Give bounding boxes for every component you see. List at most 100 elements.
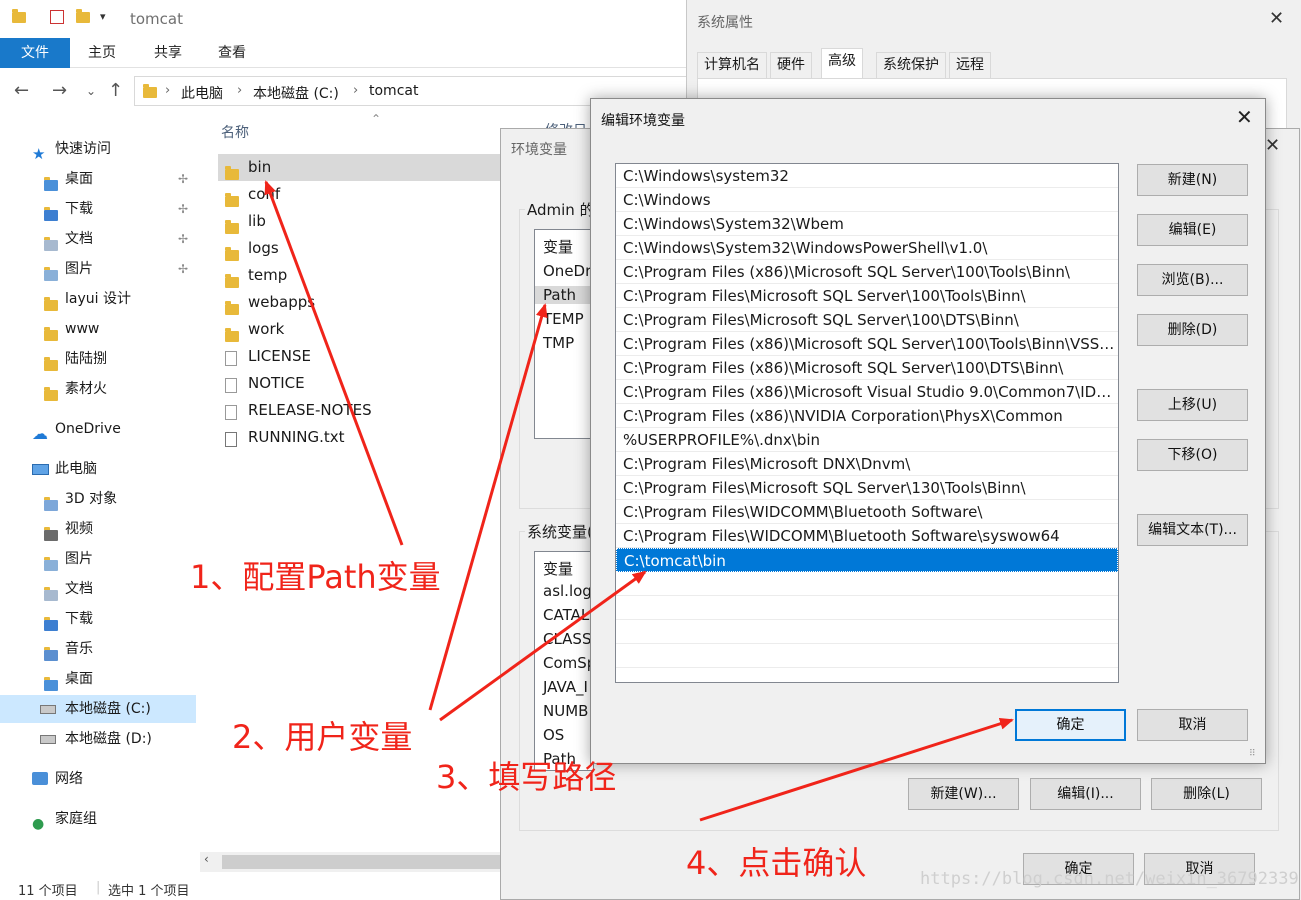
nav-liuliuba[interactable]: 陆陆捌 bbox=[0, 345, 196, 373]
path-entry[interactable]: C:\Windows\System32\Wbem bbox=[616, 212, 1118, 236]
close-icon[interactable]: ✕ bbox=[1236, 105, 1253, 129]
path-entry[interactable]: %USERPROFILE%\.dnx\bin bbox=[616, 428, 1118, 452]
pin-icon[interactable]: ✢ bbox=[178, 255, 188, 283]
path-entry[interactable]: C:\Program Files\WIDCOMM\Bluetooth Softw… bbox=[616, 500, 1118, 524]
nav-documents-pinned[interactable]: 文档 ✢ bbox=[0, 225, 196, 253]
move-up-button[interactable]: 上移(U) bbox=[1137, 389, 1248, 421]
nav-sucaihuo[interactable]: 素材火 bbox=[0, 375, 196, 403]
nav-quick-access[interactable]: ★ 快速访问 bbox=[0, 135, 196, 163]
system-delete-button[interactable]: 删除(L) bbox=[1151, 778, 1262, 810]
pin-icon[interactable]: ✢ bbox=[178, 165, 188, 193]
forward-arrow-icon[interactable]: → bbox=[52, 80, 67, 101]
nav-network[interactable]: 网络 bbox=[0, 765, 196, 793]
breadcrumb-tomcat[interactable]: tomcat bbox=[369, 83, 418, 99]
path-entries-list[interactable]: C:\Windows\system32 C:\Windows C:\Window… bbox=[615, 163, 1119, 683]
nav-pictures-pinned[interactable]: 图片 ✢ bbox=[0, 255, 196, 283]
close-icon[interactable]: ✕ bbox=[1269, 8, 1284, 29]
edit-text-button[interactable]: 编辑文本(T)... bbox=[1137, 514, 1248, 546]
resize-grip-icon[interactable]: ⠿ bbox=[1249, 749, 1257, 759]
breadcrumb-drive-c[interactable]: 本地磁盘 (C:) bbox=[253, 83, 339, 103]
ok-button[interactable]: 确定 bbox=[1015, 709, 1126, 741]
system-edit-button[interactable]: 编辑(I)... bbox=[1030, 778, 1141, 810]
nav-music[interactable]: 音乐 bbox=[0, 635, 196, 663]
path-entry[interactable]: C:\Program Files (x86)\Microsoft SQL Ser… bbox=[616, 332, 1118, 356]
path-entry[interactable]: C:\Windows bbox=[616, 188, 1118, 212]
nav-documents[interactable]: 文档 bbox=[0, 575, 196, 603]
path-entry[interactable]: C:\Program Files\Microsoft SQL Server\10… bbox=[616, 284, 1118, 308]
nav-drive-c[interactable]: 本地磁盘 (C:) bbox=[0, 695, 196, 723]
user-variables-list[interactable]: 变量 OneDr Path TEMP TMP bbox=[534, 229, 594, 439]
nav-onedrive[interactable]: ☁ OneDrive bbox=[0, 415, 196, 443]
column-header-name[interactable]: 名称 bbox=[221, 122, 249, 142]
list-item[interactable]: TEMP bbox=[543, 310, 584, 328]
list-header-variable[interactable]: 变量 bbox=[543, 236, 573, 257]
list-header-variable[interactable]: 变量 bbox=[543, 558, 573, 579]
horizontal-scrollbar[interactable]: ‹ bbox=[200, 852, 500, 872]
tab-system-protection[interactable]: 系统保护 bbox=[876, 52, 946, 78]
tab-file[interactable]: 文件 bbox=[0, 38, 70, 68]
list-item[interactable]: OneDr bbox=[543, 262, 591, 280]
pin-icon[interactable]: ✢ bbox=[178, 195, 188, 223]
nav-downloads[interactable]: 下载 bbox=[0, 605, 196, 633]
nav-desktop-pinned[interactable]: 桌面 ✢ bbox=[0, 165, 196, 193]
nav-layui[interactable]: layui 设计 bbox=[0, 285, 196, 313]
breadcrumb-separator-icon[interactable]: › bbox=[353, 83, 358, 98]
tab-computer-name[interactable]: 计算机名 bbox=[697, 52, 767, 78]
tab-advanced[interactable]: 高级 bbox=[821, 48, 863, 78]
cancel-button[interactable]: 取消 bbox=[1137, 709, 1248, 741]
new-button[interactable]: 新建(N) bbox=[1137, 164, 1248, 196]
up-arrow-icon[interactable]: ↑ bbox=[108, 80, 123, 101]
customize-toolbar-dropdown-icon[interactable]: ▾ bbox=[100, 10, 114, 26]
list-item[interactable]: CATAL bbox=[543, 606, 589, 624]
properties-check-icon[interactable] bbox=[50, 10, 64, 24]
scroll-left-icon[interactable]: ‹ bbox=[204, 852, 209, 866]
list-item[interactable]: OS bbox=[543, 726, 564, 744]
close-icon[interactable]: ✕ bbox=[1265, 135, 1280, 156]
nav-www[interactable]: www bbox=[0, 315, 196, 343]
list-item[interactable]: JAVA_I bbox=[543, 678, 588, 696]
nav-downloads-pinned[interactable]: 下载 ✢ bbox=[0, 195, 196, 223]
nav-3d-objects[interactable]: 3D 对象 bbox=[0, 485, 196, 513]
browse-button[interactable]: 浏览(B)... bbox=[1137, 264, 1248, 296]
breadcrumb-separator-icon[interactable]: › bbox=[165, 83, 170, 98]
list-item[interactable]: CLASS bbox=[543, 630, 591, 648]
nav-pictures[interactable]: 图片 bbox=[0, 545, 196, 573]
path-entry-selected[interactable]: C:\tomcat\bin bbox=[616, 548, 1118, 572]
path-entry[interactable]: C:\Windows\system32 bbox=[616, 164, 1118, 188]
system-variables-list[interactable]: 变量 asl.log CATAL CLASS ComSp JAVA_I NUMB… bbox=[534, 551, 594, 771]
list-item[interactable]: NUMB bbox=[543, 702, 588, 720]
nav-homegroup[interactable]: ● 家庭组 bbox=[0, 805, 196, 833]
path-entry[interactable]: C:\Program Files (x86)\NVIDIA Corporatio… bbox=[616, 404, 1118, 428]
path-entry[interactable]: C:\Program Files (x86)\Microsoft Visual … bbox=[616, 380, 1118, 404]
path-entry[interactable]: C:\Program Files (x86)\Microsoft SQL Ser… bbox=[616, 260, 1118, 284]
nav-this-pc[interactable]: 此电脑 bbox=[0, 455, 196, 483]
tab-view[interactable]: 查看 bbox=[210, 38, 254, 68]
delete-button[interactable]: 删除(D) bbox=[1137, 314, 1248, 346]
scrollbar-thumb[interactable] bbox=[222, 855, 500, 869]
path-entry[interactable]: C:\Program Files\Microsoft SQL Server\10… bbox=[616, 308, 1118, 332]
path-entry[interactable]: C:\Program Files\Microsoft SQL Server\13… bbox=[616, 476, 1118, 500]
path-entry[interactable]: C:\Program Files\Microsoft DNX\Dnvm\ bbox=[616, 452, 1118, 476]
nav-desktop[interactable]: 桌面 bbox=[0, 665, 196, 693]
list-item[interactable]: TMP bbox=[543, 334, 574, 352]
tab-share[interactable]: 共享 bbox=[146, 38, 190, 68]
recent-locations-chevron-icon[interactable]: ⌄ bbox=[86, 84, 96, 98]
back-arrow-icon[interactable]: ← bbox=[14, 80, 29, 101]
edit-button[interactable]: 编辑(E) bbox=[1137, 214, 1248, 246]
move-down-button[interactable]: 下移(O) bbox=[1137, 439, 1248, 471]
nav-videos[interactable]: 视频 bbox=[0, 515, 196, 543]
path-entry[interactable]: C:\Program Files\WIDCOMM\Bluetooth Softw… bbox=[616, 524, 1118, 548]
list-item[interactable]: asl.log bbox=[543, 582, 592, 600]
new-folder-icon[interactable] bbox=[76, 9, 90, 27]
breadcrumb-this-pc[interactable]: 此电脑 bbox=[181, 83, 223, 103]
list-item-selected[interactable]: Path bbox=[535, 286, 593, 304]
nav-drive-d[interactable]: 本地磁盘 (D:) bbox=[0, 725, 196, 753]
tab-remote[interactable]: 远程 bbox=[949, 52, 991, 78]
tab-home[interactable]: 主页 bbox=[80, 38, 124, 68]
list-item[interactable]: ComSp bbox=[543, 654, 593, 672]
breadcrumb-separator-icon[interactable]: › bbox=[237, 83, 242, 98]
path-entry[interactable]: C:\Windows\System32\WindowsPowerShell\v1… bbox=[616, 236, 1118, 260]
path-entry[interactable]: C:\Program Files (x86)\Microsoft SQL Ser… bbox=[616, 356, 1118, 380]
pin-icon[interactable]: ✢ bbox=[178, 225, 188, 253]
system-new-button[interactable]: 新建(W)... bbox=[908, 778, 1019, 810]
